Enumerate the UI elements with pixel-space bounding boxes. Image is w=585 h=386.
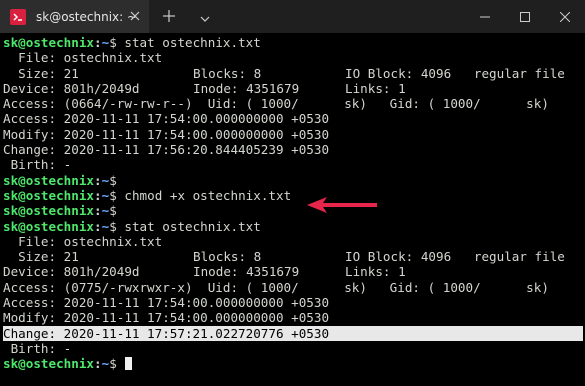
prompt-user: sk@ostechnix	[3, 218, 94, 234]
plus-icon	[163, 7, 175, 26]
command-text-chmod: chmod +x ostechnix.txt	[116, 187, 292, 203]
stat-size: Size: 21	[3, 249, 79, 265]
prompt-line: sk@ostechnix:~$	[3, 203, 583, 218]
stat-access-time-line: Access: 2020-11-11 17:54:00.000000000 +0…	[3, 295, 330, 311]
stat-file-line: File: ostechnix.txt	[3, 50, 163, 66]
prompt-user: sk@ostechnix	[3, 187, 94, 203]
stat-change-time-line: Change: 2020-11-11 17:56:20.844405239 +0…	[3, 142, 330, 158]
prompt-line-current[interactable]: sk@ostechnix:~$	[3, 356, 583, 371]
stat-device-line: Device: 801h/2049d Inode: 4351679 Links: 1	[3, 81, 583, 96]
terminal-output[interactable]: sk@ostechnix:~$ stat ostechnix.txt File:…	[3, 35, 583, 383]
tab-terminal[interactable]: sk@ostechnix: ~	[0, 0, 149, 33]
stat-birth-line: Birth: -	[3, 157, 72, 173]
stat-device: Device: 801h/2049d	[3, 264, 140, 280]
stat-access-perm-line: Access: (0775/-rwxrwxr-x) Uid: ( 1000/ s…	[3, 279, 549, 295]
stat-device-line: Device: 801h/2049d Inode: 4351679 Links: 1	[3, 264, 583, 279]
stat-inode: Inode: 4351679	[193, 80, 300, 96]
prompt-dollar: $	[109, 356, 117, 372]
stat-birth-line: Birth: -	[3, 340, 72, 356]
prompt-line: sk@ostechnix:~$ stat ostechnix.txt	[3, 35, 583, 50]
stat-links: Links: 1	[345, 80, 406, 96]
arrow-left-icon	[307, 197, 377, 213]
stat-size-line: Size: 21 Blocks: 8 IO Block: 4096 regular …	[3, 249, 583, 264]
stat-ioblock: IO Block: 4096 regular file	[345, 65, 565, 81]
tab-dropdown-button[interactable]	[189, 0, 221, 33]
prompt-sep: :	[94, 187, 102, 203]
prompt-dollar: $	[109, 218, 117, 234]
window-controls	[465, 0, 585, 33]
prompt-user: sk@ostechnix	[3, 35, 94, 50]
window-close-button[interactable]	[545, 0, 585, 33]
text-cursor	[125, 357, 133, 371]
stat-ioblock: IO Block: 4096 regular file	[345, 249, 565, 265]
stat-file-line: File: ostechnix.txt	[3, 233, 163, 249]
prompt-line: sk@ostechnix:~$	[3, 173, 583, 188]
prompt-sep: :	[94, 172, 102, 188]
prompt-line: sk@ostechnix:~$ stat ostechnix.txt	[3, 219, 583, 234]
stat-size: Size: 21	[3, 65, 79, 81]
prompt-sep: :	[94, 356, 102, 372]
stat-inode: Inode: 4351679	[193, 264, 300, 280]
stat-blocks: Blocks: 8	[193, 249, 262, 265]
new-tab-button[interactable]	[149, 0, 189, 33]
stat-size-line: Size: 21 Blocks: 8 IO Block: 4096 regular …	[3, 66, 583, 81]
prompt-user: sk@ostechnix	[3, 203, 94, 219]
terminal-icon	[10, 8, 26, 25]
terminal-window: sk@ostechnix: ~ sk@ostechnix:~$ stat ost…	[0, 0, 585, 386]
prompt-sep: :	[94, 35, 102, 50]
maximize-button[interactable]	[505, 0, 545, 33]
command-text	[117, 356, 125, 371]
command-text: stat ostechnix.txt	[116, 218, 261, 234]
prompt-dollar: $	[109, 35, 117, 50]
prompt-sep: :	[94, 218, 102, 234]
stat-device: Device: 801h/2049d	[3, 80, 140, 96]
stat-blocks: Blocks: 8	[193, 65, 262, 81]
prompt-line-chmod: sk@ostechnix:~$ chmod +x ostechnix.txt	[3, 188, 583, 203]
prompt-user: sk@ostechnix	[3, 356, 94, 372]
tab-bar: sk@ostechnix: ~	[0, 0, 585, 33]
prompt-dollar: $	[109, 172, 117, 188]
prompt-sep: :	[94, 203, 102, 219]
stat-modify-time-line: Modify: 2020-11-11 17:54:00.000000000 +0…	[3, 310, 330, 326]
stat-links: Links: 1	[345, 264, 406, 280]
chevron-down-icon	[200, 7, 210, 26]
minimize-button[interactable]	[465, 0, 505, 33]
prompt-dollar: $	[109, 187, 117, 203]
command-text: stat ostechnix.txt	[116, 35, 261, 50]
stat-access-time-line: Access: 2020-11-11 17:54:00.000000000 +0…	[3, 111, 330, 127]
minimize-icon	[480, 7, 490, 26]
stat-modify-time-line: Modify: 2020-11-11 17:54:00.000000000 +0…	[3, 126, 330, 142]
stat-access-perm-line: Access: (0664/-rw-rw-r--) Uid: ( 1000/ s…	[3, 96, 549, 112]
close-icon	[559, 7, 571, 26]
prompt-dollar: $	[109, 203, 117, 219]
maximize-icon	[520, 7, 530, 26]
tab-title: sk@ostechnix: ~	[36, 9, 138, 24]
stat-change-time-line-highlighted[interactable]: Change: 2020-11-11 17:57:21.022720776 +0…	[3, 325, 583, 341]
close-icon[interactable]	[127, 8, 143, 24]
prompt-user: sk@ostechnix	[3, 172, 94, 188]
